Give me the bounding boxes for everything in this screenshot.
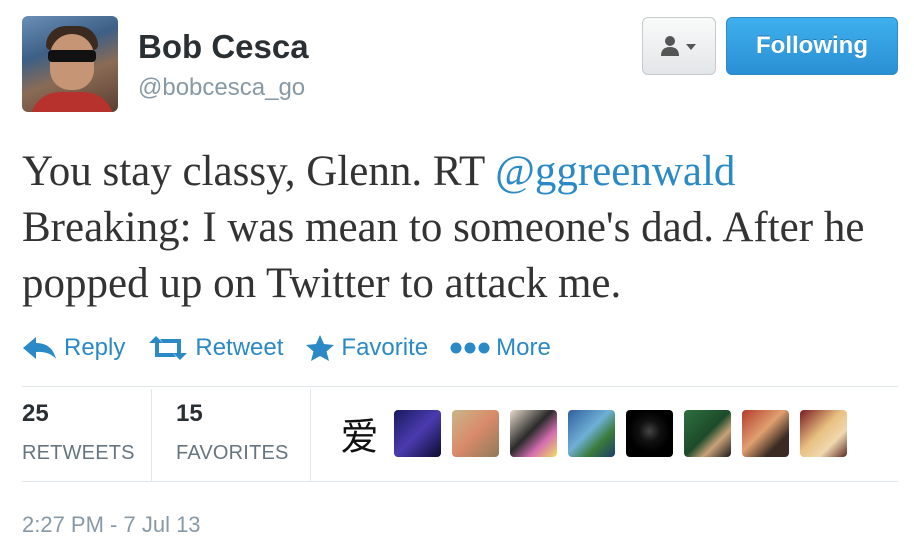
tweet-text-before: You stay classy, Glenn. RT	[22, 148, 496, 195]
favoriter-avatar[interactable]	[684, 410, 731, 457]
reply-label: Reply	[64, 334, 126, 361]
favoriter-avatar[interactable]	[568, 410, 615, 457]
favoriter-avatar[interactable]	[510, 410, 557, 457]
divider-bottom	[22, 481, 898, 482]
favoriter-avatar[interactable]	[394, 410, 441, 457]
profile-name[interactable]: Bob Cesca	[138, 28, 309, 66]
retweets-count: 25	[22, 400, 49, 427]
following-button[interactable]: Following	[726, 17, 898, 75]
favoriter-avatar[interactable]	[452, 410, 499, 457]
retweet-label: Retweet	[195, 334, 284, 361]
favorites-count: 15	[176, 400, 203, 427]
stat-separator	[151, 389, 152, 481]
tweet-text-after: Breaking: I was mean to someone's dad. A…	[22, 204, 865, 307]
tweet-actions: Reply Retweet Favorite More	[22, 330, 573, 366]
favorite-label: Favorite	[341, 334, 429, 361]
star-icon	[306, 335, 335, 361]
retweets-stat[interactable]: 25 RETWEETS	[22, 400, 135, 465]
retweet-icon	[149, 336, 188, 360]
favoriter-avatar[interactable]	[800, 410, 847, 457]
more-label: More	[496, 334, 551, 361]
tweet-timestamp[interactable]: 2:27 PM - 7 Jul 13	[22, 512, 201, 538]
profile-handle[interactable]: @bobcesca_go	[138, 74, 305, 102]
favorites-stat[interactable]: 15 FAVORITES	[176, 400, 289, 465]
retweet-action[interactable]: Retweet	[147, 334, 283, 362]
divider-top	[22, 386, 898, 387]
favorite-action[interactable]: Favorite	[305, 334, 428, 362]
more-action[interactable]: More	[450, 334, 551, 362]
profile-avatar[interactable]	[22, 16, 118, 112]
tweet-text: You stay classy, Glenn. RT @ggreenwald B…	[22, 144, 902, 312]
stat-separator	[310, 389, 311, 481]
reply-icon	[23, 337, 56, 359]
favoriters-avatars: 爱	[336, 410, 858, 459]
favoriter-avatar[interactable]	[626, 410, 673, 457]
more-dots-icon	[450, 342, 490, 354]
mention-link[interactable]: @ggreenwald	[495, 148, 735, 195]
reply-action[interactable]: Reply	[22, 334, 125, 362]
user-dropdown-icon	[661, 36, 696, 56]
retweets-label: RETWEETS	[22, 442, 135, 464]
favorites-label: FAVORITES	[176, 442, 289, 464]
favoriter-avatar-kanji[interactable]: 爱	[336, 410, 383, 459]
favoriter-avatar[interactable]	[742, 410, 789, 457]
user-actions-button[interactable]	[642, 17, 716, 75]
